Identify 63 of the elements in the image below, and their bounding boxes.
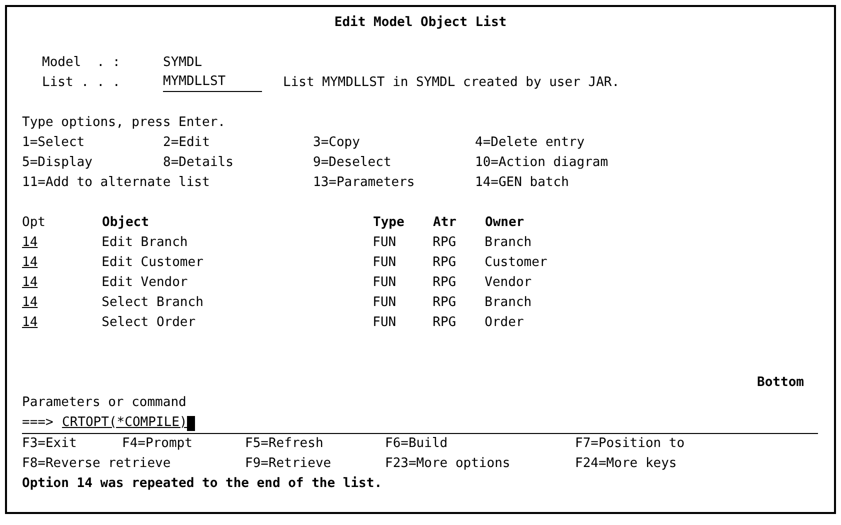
table-cell-text: FUN	[372, 254, 398, 272]
list-description: List MYMDLLST in SYMDL created by user JAR.	[283, 74, 620, 92]
table-cell-text: Select Branch	[102, 294, 204, 312]
option-text: 10=Action diagram	[475, 154, 610, 172]
table-cell-text: FUN	[372, 234, 398, 252]
field-label: Model . :	[42, 54, 122, 72]
option-text: 1=Select	[22, 134, 86, 152]
function-key-text: F4=Prompt	[122, 435, 194, 453]
table-cell-text: FUN	[372, 314, 398, 332]
table-cell-text: FUN	[372, 274, 398, 292]
function-key-text: F24=More keys	[575, 455, 678, 473]
list-input-field[interactable]: MYMDLLST	[163, 74, 262, 92]
option-input-field[interactable]: 14	[22, 233, 38, 253]
table-cell-text: Select Order	[102, 314, 197, 332]
table-cell-text: RPG	[432, 274, 458, 292]
option-text: 3=Copy	[313, 134, 361, 152]
column-header: Object	[102, 214, 150, 232]
command-label: Parameters or command	[22, 394, 186, 412]
table-cell-text: RPG	[432, 314, 458, 332]
table-cell-text: Branch	[484, 234, 532, 252]
function-key-text: F5=Refresh	[245, 435, 324, 453]
field-value: SYMDL	[163, 54, 204, 72]
option-input-field[interactable]: 14	[22, 273, 38, 293]
option-input-field[interactable]: 14	[22, 293, 38, 313]
table-cell-text: Branch	[484, 294, 532, 312]
screen-title: Edit Model Object List	[334, 14, 507, 32]
table-cell-text: Vendor	[484, 274, 532, 292]
cursor-block	[187, 416, 196, 431]
table-cell-text: Customer	[484, 254, 548, 272]
function-key-text: F3=Exit	[22, 435, 78, 453]
table-cell-text: RPG	[432, 294, 458, 312]
option-text: 14=GEN batch	[475, 174, 570, 192]
field-label: List . . .	[42, 74, 122, 92]
command-field[interactable]: CRTOPT(*COMPILE)	[62, 413, 188, 433]
option-input-field[interactable]: 14	[22, 253, 38, 273]
table-cell-text: FUN	[372, 294, 398, 312]
option-text: 9=Deselect	[313, 154, 392, 172]
table-cell-text: RPG	[432, 254, 458, 272]
column-header: Opt	[22, 214, 46, 232]
function-key-text: F7=Position to	[575, 435, 686, 453]
option-text: 11=Add to alternate list	[22, 174, 211, 192]
column-header: Type	[373, 214, 406, 232]
option-text: 4=Delete entry	[475, 134, 586, 152]
option-text: 13=Parameters	[313, 174, 416, 192]
list-position-text: Bottom	[757, 374, 804, 392]
table-cell-text: Edit Branch	[102, 234, 189, 252]
table-cell-text: RPG	[432, 234, 458, 252]
command-prompt: ===>	[22, 414, 54, 432]
option-text: 2=Edit	[163, 134, 211, 152]
function-key-text: F8=Reverse retrieve	[22, 455, 172, 473]
instructions-text: Type options, press Enter.	[22, 114, 226, 132]
column-header: Atr	[433, 214, 458, 232]
status-message: Option 14 was repeated to the end of the list.	[22, 475, 382, 493]
table-cell-text: Order	[484, 314, 524, 332]
function-key-text: F23=More options	[385, 455, 512, 473]
option-input-field[interactable]: 14	[22, 313, 38, 333]
option-text: 5=Display	[22, 154, 94, 172]
function-key-text: F6=Build	[385, 435, 449, 453]
table-cell-text: Edit Customer	[102, 254, 204, 272]
option-text: 8=Details	[163, 154, 234, 172]
function-key-text: F9=Retrieve	[245, 455, 332, 473]
table-cell-text: Edit Vendor	[102, 274, 189, 292]
column-header: Owner	[485, 214, 524, 232]
